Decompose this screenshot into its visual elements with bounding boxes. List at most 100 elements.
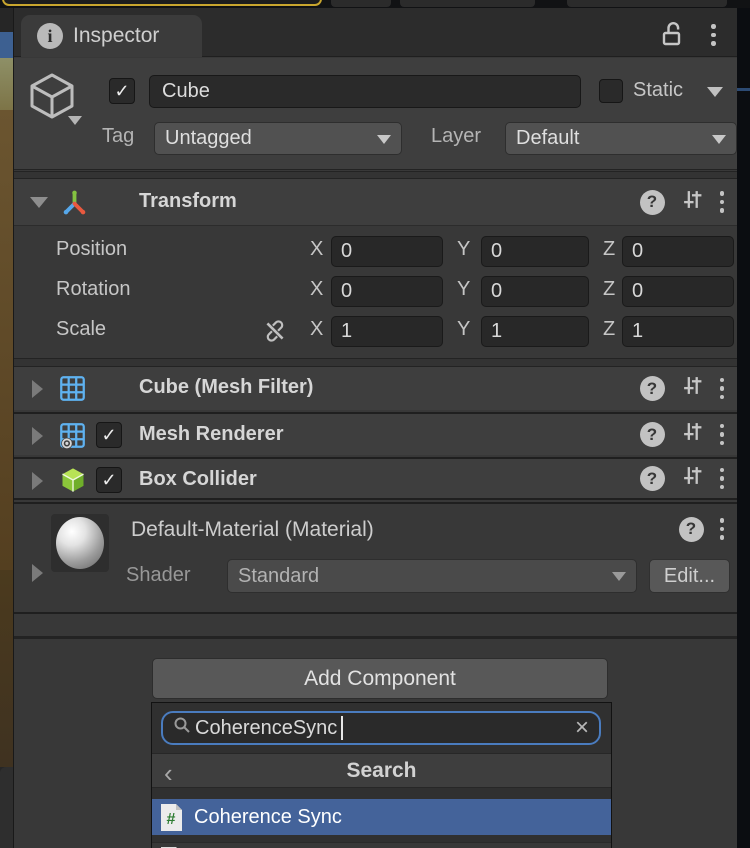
chevron-down-icon (612, 572, 626, 581)
y-axis-label: Y (457, 238, 470, 261)
foldout-closed-icon[interactable] (32, 564, 43, 582)
x-axis-label: X (310, 278, 323, 301)
box-collider-icon (59, 466, 87, 500)
text-caret (341, 716, 343, 740)
foldout-closed-icon[interactable] (32, 427, 43, 445)
gameobject-header: ✓ Cube Static Tag Untagged Layer Default (14, 58, 738, 170)
mesh-renderer-icon (59, 422, 86, 455)
foldout-closed-icon[interactable] (32, 472, 43, 490)
search-value: CoherenceSync (195, 717, 337, 740)
inspector-menu-icon[interactable] (711, 24, 716, 46)
position-y-field[interactable]: 0 (481, 236, 589, 267)
box-collider-enabled-checkbox[interactable]: ✓ (96, 467, 122, 493)
scale-row: Scale X 1 Y 1 Z 1 (14, 316, 738, 347)
box-collider-header: ✓ Box Collider ? (14, 457, 738, 500)
link-off-icon[interactable] (262, 318, 288, 350)
search-icon (173, 716, 191, 740)
component-menu-icon[interactable] (720, 378, 725, 400)
scale-y-field[interactable]: 1 (481, 316, 589, 347)
rotation-label: Rotation (56, 278, 131, 301)
x-axis-label: X (310, 238, 323, 261)
presets-icon[interactable] (682, 189, 703, 216)
chevron-down-icon (712, 135, 726, 144)
presets-icon[interactable] (682, 465, 703, 492)
shader-value: Standard (238, 565, 319, 588)
divider (14, 612, 738, 614)
inspector-tabbar: i Inspector (14, 8, 738, 57)
scene-view-sliver (0, 8, 13, 848)
foldout-open-icon[interactable] (30, 197, 48, 208)
material-preview (51, 514, 109, 572)
material-title: Default-Material (Material) (131, 518, 374, 542)
scale-x-field[interactable]: 1 (331, 316, 443, 347)
unity-editor-screen: i Inspector ✓ Cube (0, 0, 750, 848)
help-icon[interactable]: ? (640, 466, 665, 491)
foldout-closed-icon[interactable] (32, 380, 43, 398)
result-label: Coherence Sync (194, 806, 342, 829)
presets-icon[interactable] (682, 421, 703, 448)
tag-dropdown[interactable]: Untagged (154, 122, 402, 155)
position-x-field[interactable]: 0 (331, 236, 443, 267)
component-menu-icon[interactable] (720, 468, 725, 490)
inspector-panel: i Inspector ✓ Cube (13, 8, 737, 848)
presets-icon[interactable] (682, 375, 703, 402)
info-icon: i (37, 23, 63, 49)
static-checkbox[interactable] (599, 79, 623, 103)
result-coherence-sync[interactable]: # Coherence Sync (152, 799, 611, 835)
material-section: Default-Material (Material) ? Shader Sta… (14, 502, 738, 612)
gameobject-name-field[interactable]: Cube (149, 75, 581, 108)
box-collider-title: Box Collider (139, 468, 257, 491)
component-menu-icon[interactable] (720, 424, 725, 446)
z-axis-label: Z (603, 238, 615, 261)
clear-search-icon[interactable]: × (575, 716, 589, 740)
material-menu-icon[interactable] (720, 518, 725, 540)
position-z-field[interactable]: 0 (622, 236, 734, 267)
toolbar-button-1[interactable] (331, 0, 391, 7)
transform-title: Transform (139, 190, 237, 213)
tag-value: Untagged (165, 127, 252, 150)
tab-inspector[interactable]: i Inspector (21, 15, 202, 57)
mesh-renderer-enabled-checkbox[interactable]: ✓ (96, 422, 122, 448)
static-dropdown-icon[interactable] (707, 87, 723, 97)
csharp-script-icon: # (160, 803, 183, 832)
z-axis-label: Z (603, 318, 615, 341)
panel-edge-gap (737, 0, 750, 848)
position-label: Position (56, 238, 127, 261)
help-icon[interactable]: ? (679, 517, 704, 542)
search-results-header: ‹ Search (152, 753, 611, 788)
shader-dropdown: Standard (227, 559, 637, 593)
toolbar-focused-field[interactable] (2, 0, 322, 6)
toolbar-button-3[interactable] (567, 0, 727, 7)
rotation-row: Rotation X 0 Y 0 Z 0 (14, 276, 738, 307)
static-label: Static (633, 79, 683, 102)
divider (14, 636, 738, 639)
gameobject-active-checkbox[interactable]: ✓ (109, 78, 135, 104)
rotation-x-field[interactable]: 0 (331, 276, 443, 307)
result-coherence-sync-baked[interactable]: Coherence Sync Baked Mesh (152, 842, 611, 848)
y-axis-label: Y (457, 278, 470, 301)
help-icon[interactable]: ? (640, 190, 665, 215)
shader-label: Shader (126, 564, 191, 587)
mesh-filter-header: Cube (Mesh Filter) ? (14, 367, 738, 410)
toolbar-button-2[interactable] (400, 0, 535, 7)
rotation-y-field[interactable]: 0 (481, 276, 589, 307)
component-search-input[interactable]: CoherenceSync × (161, 711, 601, 745)
z-axis-label: Z (603, 278, 615, 301)
scale-z-field[interactable]: 1 (622, 316, 734, 347)
edit-material-button[interactable]: Edit... (649, 559, 730, 593)
rotation-z-field[interactable]: 0 (622, 276, 734, 307)
back-chevron-icon[interactable]: ‹ (164, 758, 173, 789)
component-menu-icon[interactable] (720, 191, 725, 213)
layer-dropdown[interactable]: Default (505, 122, 737, 155)
position-row: Position X 0 Y 0 Z 0 (14, 236, 738, 267)
help-icon[interactable]: ? (640, 422, 665, 447)
svg-text:#: # (167, 811, 176, 828)
add-component-button[interactable]: Add Component (152, 658, 608, 699)
section-divider (14, 171, 738, 179)
chevron-down-icon[interactable] (68, 116, 82, 125)
mesh-filter-title: Cube (Mesh Filter) (139, 376, 313, 399)
help-icon[interactable]: ? (640, 376, 665, 401)
search-header-label: Search (346, 759, 416, 783)
unlock-icon[interactable] (660, 20, 684, 54)
section-divider (14, 358, 738, 367)
